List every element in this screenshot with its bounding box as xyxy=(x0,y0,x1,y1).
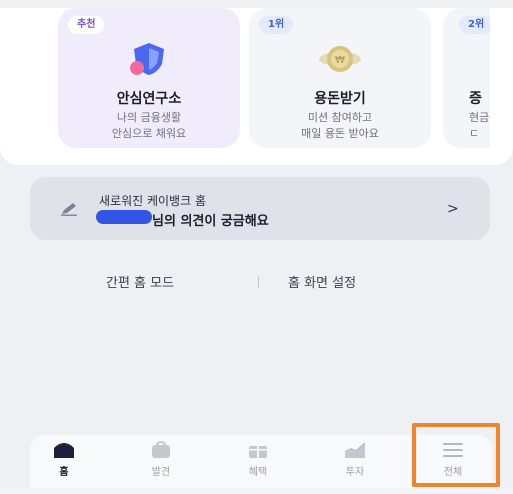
card-description: 나의 금융생활 안심으로 채워요 xyxy=(58,110,240,142)
menu-icon xyxy=(443,443,463,457)
chart-icon xyxy=(344,442,366,458)
coin-icon: ₩ xyxy=(319,46,361,72)
card-desc-line-1: 미션 참여하고 xyxy=(307,111,373,124)
rank-badge: 1위 xyxy=(259,16,294,34)
card-desc-line-2: 매일 용돈 받아요 xyxy=(301,127,379,140)
tab-label: 홈 xyxy=(59,467,69,478)
tab-label: 투자 xyxy=(345,467,365,478)
tab-benefits[interactable]: 혜택 xyxy=(227,435,289,485)
system-nav-bar xyxy=(0,488,513,494)
feedback-subtitle: 님의 의견이 궁금해요 xyxy=(99,210,269,229)
card-desc-line-1: 나의 금융생활 xyxy=(116,111,182,124)
pencil-icon xyxy=(61,203,77,216)
card-title: 용돈받기 xyxy=(314,91,366,107)
tab-invest[interactable]: 투자 xyxy=(324,435,386,485)
service-card-allowance[interactable]: 1위 ₩ 용돈받기 미션 참여하고 매일 용돈 받아요 xyxy=(249,8,431,148)
recommend-badge: 추천 xyxy=(68,16,105,34)
tab-label: 전체 xyxy=(443,467,463,478)
simple-home-mode-link[interactable]: 간편 홈 모드 xyxy=(106,272,174,291)
bottom-tab-bar: 홈 발견 혜택 투자 전체 xyxy=(30,435,492,494)
card-desc-line-1: 현금 xyxy=(469,111,490,124)
tab-label: 혜택 xyxy=(248,467,268,478)
gift-icon xyxy=(249,446,267,458)
rank-badge: 2위 xyxy=(459,16,490,34)
tab-label: 발견 xyxy=(151,467,171,478)
home-icon xyxy=(54,443,74,458)
service-card-partial[interactable]: 2위 증 현금 ㄷ xyxy=(443,8,490,148)
card-desc-line-2: ㄷ xyxy=(469,127,480,140)
card-description: 미션 참여하고 매일 용돈 받아요 xyxy=(249,110,431,142)
card-desc-line-2: 안심으로 채워요 xyxy=(111,127,187,140)
top-panel: 추천 안심연구소 나의 금융생활 안심으로 채워요 1위 ₩ 용돈받기 미션 참… xyxy=(0,0,513,165)
tab-all[interactable]: 전체 xyxy=(422,435,484,485)
home-mode-row: 간편 홈 모드 홈 화면 설정 xyxy=(0,272,513,292)
card-title: 증 xyxy=(469,91,482,107)
chevron-right-icon: > xyxy=(447,201,459,217)
feedback-subtitle-text: 님의 의견이 궁금해요 xyxy=(152,214,269,229)
card-description: 현금 ㄷ xyxy=(443,110,490,142)
tab-discover[interactable]: 발견 xyxy=(130,435,192,485)
shield-icon xyxy=(130,43,164,75)
svg-text:₩: ₩ xyxy=(335,55,345,66)
feedback-banner[interactable]: 새로워진 케이뱅크 홈 님의 의견이 궁금해요 > xyxy=(30,177,490,240)
divider xyxy=(258,276,259,288)
card-title: 안심연구소 xyxy=(116,91,182,107)
service-card-safety-lab[interactable]: 추천 안심연구소 나의 금융생활 안심으로 채워요 xyxy=(58,8,240,148)
tab-home[interactable]: 홈 xyxy=(33,435,95,485)
feedback-title: 새로워진 케이뱅크 홈 xyxy=(99,194,206,208)
service-cards: 추천 안심연구소 나의 금융생활 안심으로 채워요 1위 ₩ 용돈받기 미션 참… xyxy=(58,8,490,148)
bag-icon xyxy=(152,441,170,458)
home-screen-settings-link[interactable]: 홈 화면 설정 xyxy=(288,272,356,291)
